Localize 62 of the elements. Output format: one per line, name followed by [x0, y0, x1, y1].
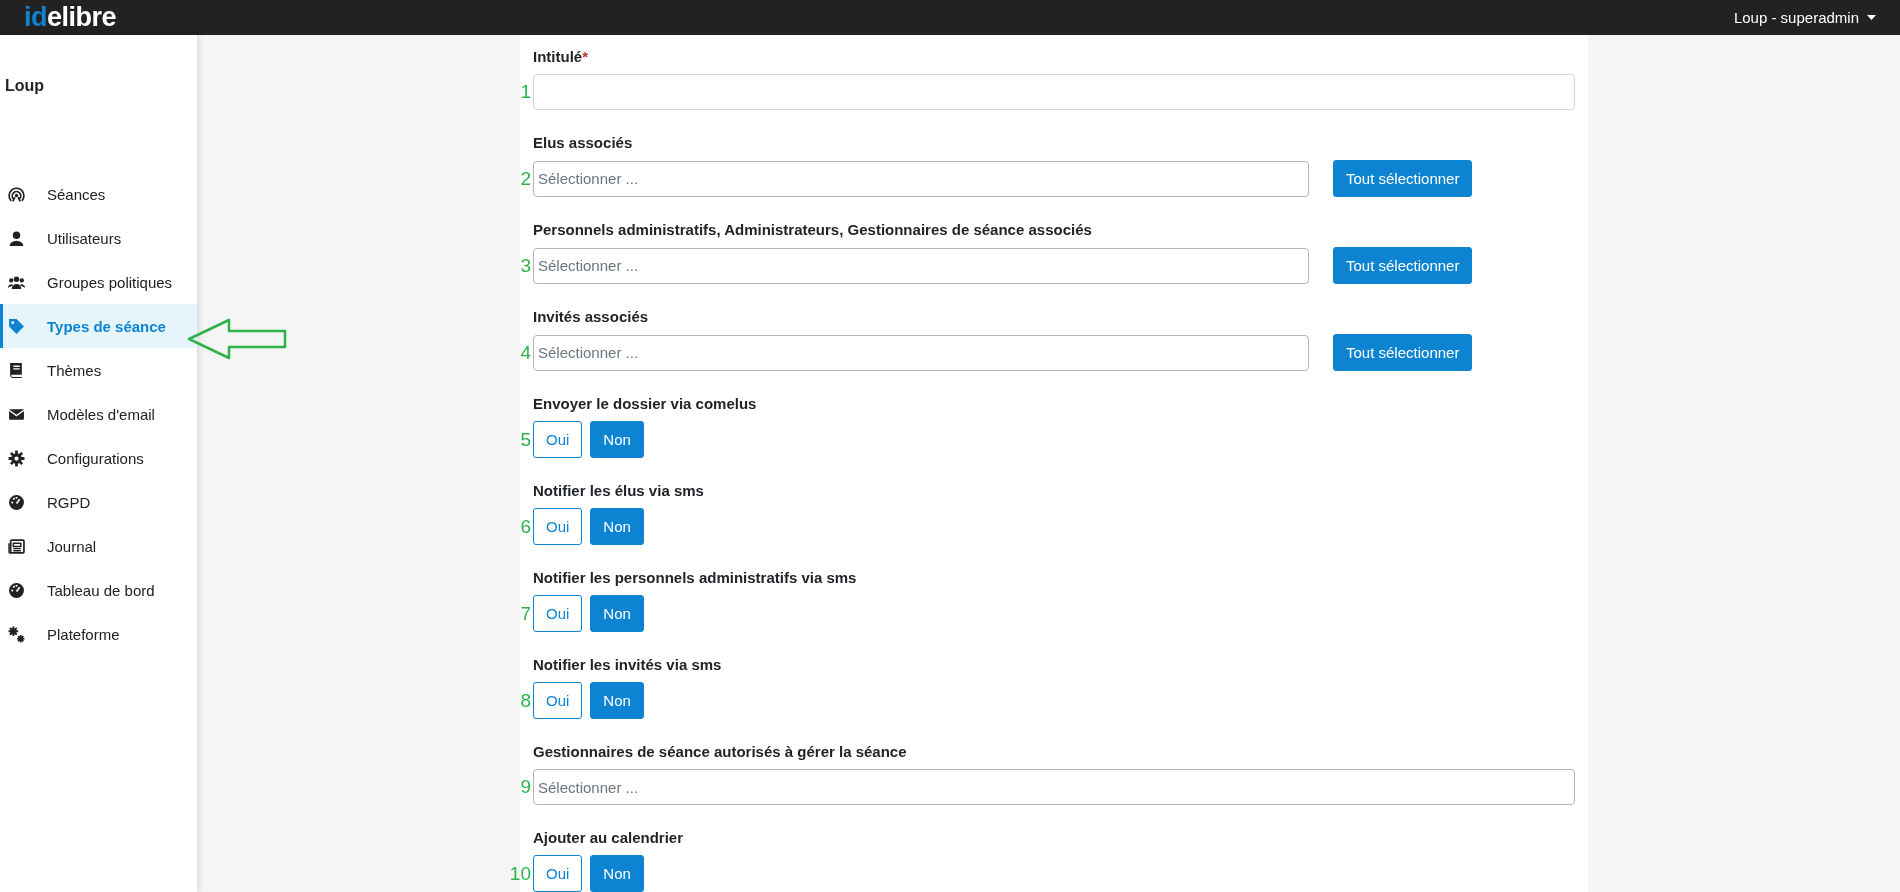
- annotation-number: 5: [519, 428, 531, 451]
- sidebar-item[interactable]: Thèmes: [0, 348, 197, 392]
- select-field[interactable]: Sélectionner ...: [533, 247, 1309, 284]
- annotation-number: 1: [519, 81, 531, 103]
- gear-icon: [8, 449, 25, 467]
- sidebar-item[interactable]: Modèles d'email: [0, 392, 197, 436]
- annotation-number: 10: [509, 862, 531, 885]
- annotation-number: 6: [519, 515, 531, 538]
- title-input-field[interactable]: [533, 74, 1575, 110]
- sidebar-item[interactable]: Séances: [0, 172, 197, 216]
- tag-icon: [8, 317, 25, 335]
- book-icon: [8, 361, 25, 379]
- toggle-option[interactable]: Oui: [533, 595, 583, 632]
- sidebar-title: Loup: [5, 77, 45, 95]
- sidebar-item[interactable]: Types de séance: [0, 304, 197, 348]
- gears-icon: [8, 625, 25, 643]
- select-field[interactable]: Sélectionner ...: [533, 769, 1575, 805]
- field-label: Notifier les élus via sms: [533, 481, 704, 501]
- gauge-icon: [8, 581, 25, 599]
- select-all-button[interactable]: Tout sélectionner: [1333, 160, 1473, 197]
- field-label: Envoyer le dossier via comelus: [533, 394, 757, 414]
- select-all-button[interactable]: Tout sélectionner: [1333, 247, 1473, 284]
- toggle-option[interactable]: Oui: [533, 421, 583, 458]
- select-field[interactable]: Sélectionner ...: [533, 334, 1309, 371]
- annotation-number: 9: [519, 776, 531, 798]
- app-logo[interactable]: idelibre: [24, 2, 117, 33]
- annotation-number: 4: [519, 341, 531, 364]
- sidebar-item[interactable]: Plateforme: [0, 612, 197, 656]
- select-all-button[interactable]: Tout sélectionner: [1333, 334, 1473, 371]
- field-label: Notifier les invités via sms: [533, 655, 722, 675]
- field-label: Elus associés: [533, 133, 633, 153]
- sidebar-item[interactable]: RGPD: [0, 480, 197, 524]
- sidebar-item[interactable]: Journal: [0, 524, 197, 568]
- field-label: Notifier les personnels administratifs via sms: [533, 568, 857, 588]
- broadcast-icon: [8, 185, 25, 203]
- sidebar-item[interactable]: Utilisateurs: [0, 216, 197, 260]
- toggle-option[interactable]: Non: [590, 682, 644, 719]
- toggle-option[interactable]: Oui: [533, 508, 583, 545]
- toggle-option[interactable]: Non: [590, 855, 644, 892]
- sidebar-item[interactable]: Configurations: [0, 436, 197, 480]
- field-label: Intitulé*: [533, 47, 588, 67]
- annotation-number: 3: [519, 254, 531, 277]
- field-label: Gestionnaires de séance autorisés à gérer la séance: [533, 742, 907, 762]
- toggle-option[interactable]: Non: [590, 595, 644, 632]
- user-icon: [8, 229, 25, 247]
- newspaper-icon: [8, 537, 25, 555]
- field-label: Ajouter au calendrier: [533, 828, 684, 848]
- toggle-option[interactable]: Oui: [533, 855, 583, 892]
- field-label: Personnels administratifs, Administrateurs, Gestionnaires de séance associés: [533, 220, 1092, 240]
- sidebar-item[interactable]: Tableau de bord: [0, 568, 197, 612]
- toggle-option[interactable]: Non: [590, 508, 644, 545]
- toggle-option[interactable]: Non: [590, 421, 644, 458]
- user-menu[interactable]: Loup - superadmin: [1733, 9, 1876, 26]
- annotation-number: 7: [519, 602, 531, 625]
- select-field[interactable]: Sélectionner ...: [533, 160, 1309, 197]
- sidebar-item[interactable]: Groupes politiques: [0, 260, 197, 304]
- field-label: Invités associés: [533, 307, 649, 327]
- gauge-icon: [8, 493, 25, 511]
- toggle-option[interactable]: Oui: [533, 682, 583, 719]
- annotation-number: 8: [519, 689, 531, 712]
- annotation-number: 2: [519, 167, 531, 190]
- caret-icon: [1867, 15, 1876, 20]
